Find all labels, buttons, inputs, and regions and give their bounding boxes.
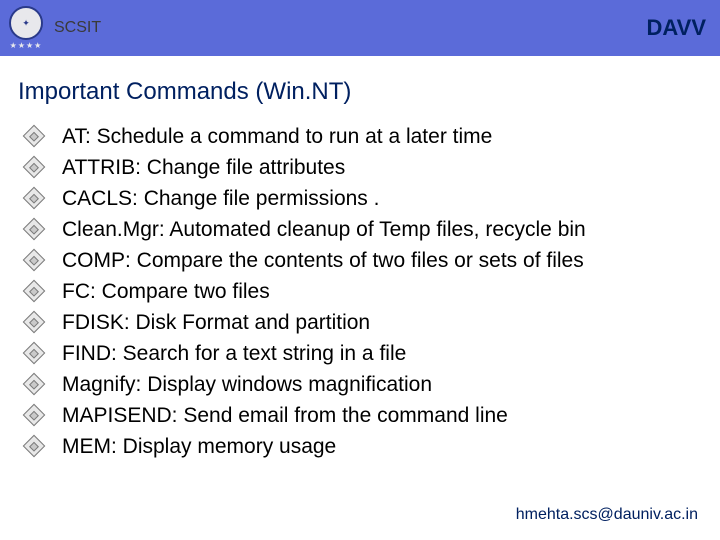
diamond-bullet-icon xyxy=(23,125,46,148)
list-item: MEM: Display memory usage xyxy=(26,434,720,460)
list-item-text: Magnify: Display windows magnification xyxy=(62,372,432,398)
list-item: Clean.Mgr: Automated cleanup of Temp fil… xyxy=(26,217,720,243)
header-left-label: SCSIT xyxy=(54,19,101,37)
slide-title: Important Commands (Win.NT) xyxy=(0,56,720,124)
slide-header: ✦ ★★★★ SCSIT DAVV xyxy=(0,0,720,56)
list-item: FIND: Search for a text string in a file xyxy=(26,341,720,367)
list-item: FDISK: Disk Format and partition xyxy=(26,310,720,336)
list-item-text: FDISK: Disk Format and partition xyxy=(62,310,370,336)
list-item: MAPISEND: Send email from the command li… xyxy=(26,403,720,429)
list-item-text: MAPISEND: Send email from the command li… xyxy=(62,403,508,429)
list-item-text: AT: Schedule a command to run at a later… xyxy=(62,124,492,150)
list-item: COMP: Compare the contents of two files … xyxy=(26,248,720,274)
diamond-bullet-icon xyxy=(23,342,46,365)
list-item: Magnify: Display windows magnification xyxy=(26,372,720,398)
list-item-text: COMP: Compare the contents of two files … xyxy=(62,248,584,274)
diamond-bullet-icon xyxy=(23,156,46,179)
diamond-bullet-icon xyxy=(23,373,46,396)
diamond-bullet-icon xyxy=(23,435,46,458)
list-item-text: MEM: Display memory usage xyxy=(62,434,336,460)
list-item: AT: Schedule a command to run at a later… xyxy=(26,124,720,150)
diamond-bullet-icon xyxy=(23,311,46,334)
institution-logo-icon: ✦ ★★★★ xyxy=(4,6,48,50)
diamond-bullet-icon xyxy=(23,218,46,241)
command-list: AT: Schedule a command to run at a later… xyxy=(0,124,720,460)
footer-email: hmehta.scs@dauniv.ac.in xyxy=(516,506,698,524)
diamond-bullet-icon xyxy=(23,187,46,210)
list-item-text: Clean.Mgr: Automated cleanup of Temp fil… xyxy=(62,217,586,243)
list-item: CACLS: Change file permissions . xyxy=(26,186,720,212)
list-item: ATTRIB: Change file attributes xyxy=(26,155,720,181)
header-right-label: DAVV xyxy=(647,15,707,41)
diamond-bullet-icon xyxy=(23,404,46,427)
list-item-text: ATTRIB: Change file attributes xyxy=(62,155,345,181)
list-item-text: FC: Compare two files xyxy=(62,279,270,305)
list-item-text: FIND: Search for a text string in a file xyxy=(62,341,406,367)
header-left: ✦ ★★★★ SCSIT xyxy=(4,6,101,50)
list-item-text: CACLS: Change file permissions . xyxy=(62,186,379,212)
diamond-bullet-icon xyxy=(23,280,46,303)
list-item: FC: Compare two files xyxy=(26,279,720,305)
diamond-bullet-icon xyxy=(23,249,46,272)
